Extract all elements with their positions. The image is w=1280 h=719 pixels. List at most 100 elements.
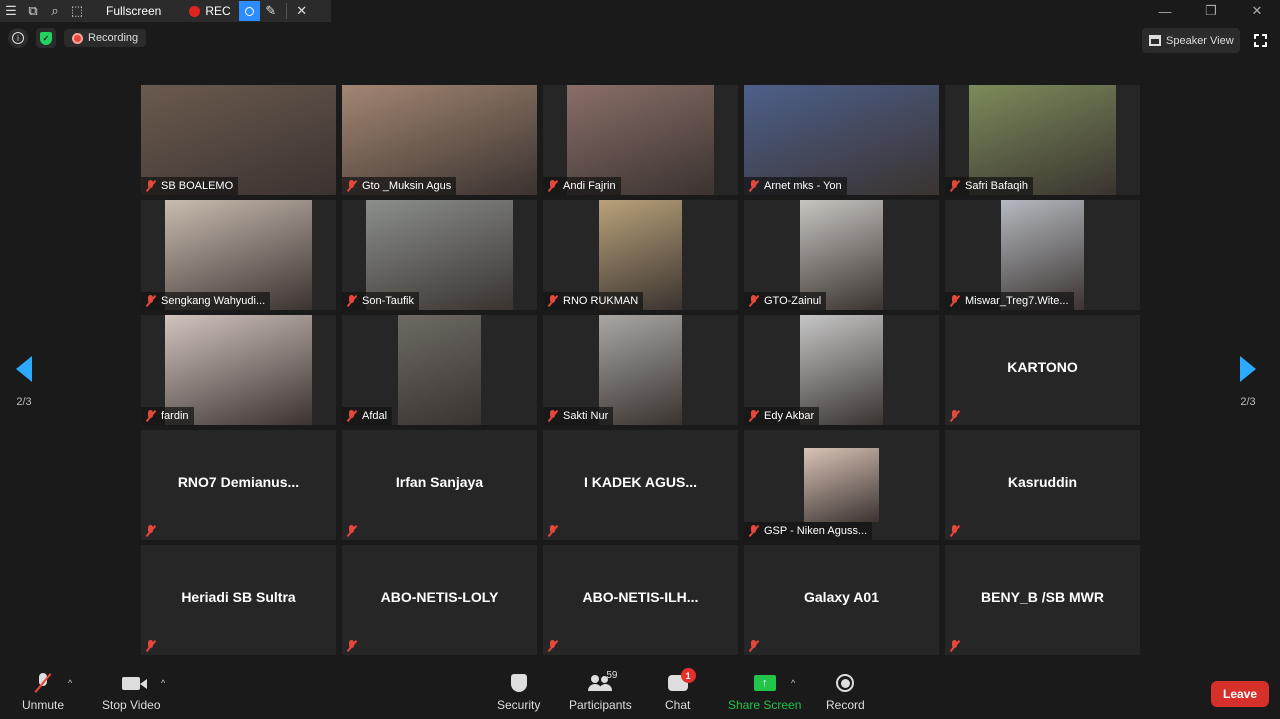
share-screen-label: Share Screen: [728, 698, 802, 712]
participant-name: fardin: [161, 410, 189, 422]
muted-mic-icon: [949, 180, 961, 192]
close-window-icon[interactable]: ✕: [1234, 0, 1280, 22]
participant-tile[interactable]: Heriadi SB Sultra: [141, 545, 336, 655]
muted-mic-icon: [748, 295, 760, 307]
unmute-button[interactable]: Unmute: [22, 672, 64, 712]
participant-tile[interactable]: Andi Fajrin: [543, 85, 738, 195]
muted-mic-icon: [346, 640, 358, 652]
participant-tile[interactable]: BENY_B /SB MWR: [945, 545, 1140, 655]
participant-tile[interactable]: RNO RUKMAN: [543, 200, 738, 310]
participant-tile[interactable]: Miswar_Treg7.Wite...: [945, 200, 1140, 310]
participant-tile[interactable]: Sengkang Wahyudi...: [141, 200, 336, 310]
participants-button[interactable]: 59 Participants: [569, 670, 632, 712]
participant-tile[interactable]: SB BOALEMO: [141, 85, 336, 195]
muted-mic-icon: [346, 525, 358, 537]
audio-options-chevron-icon[interactable]: ^: [68, 678, 72, 688]
leave-button[interactable]: Leave: [1211, 681, 1269, 707]
record-button[interactable]: Record: [826, 672, 865, 712]
speaker-view-button[interactable]: Speaker View: [1142, 28, 1240, 53]
rec-button[interactable]: REC: [205, 4, 230, 18]
participant-tile[interactable]: Afdal: [342, 315, 537, 425]
participant-tile[interactable]: ABO-NETIS-LOLY: [342, 545, 537, 655]
rec-dot-icon: [189, 5, 201, 17]
participant-tile[interactable]: Sakti Nur: [543, 315, 738, 425]
participant-tile[interactable]: GSP - Niken Aguss...: [744, 430, 939, 540]
chat-bubble-icon: 1: [667, 668, 696, 691]
muted-mic-icon: [949, 410, 961, 422]
share-screen-icon: ↑: [753, 675, 776, 691]
muted-mic-icon: [547, 295, 559, 307]
participant-name: Miswar_Treg7.Wite...: [965, 295, 1069, 307]
participant-name: Sengkang Wahyudi...: [161, 295, 266, 307]
participant-name: ABO-NETIS-LOLY: [380, 589, 499, 605]
meeting-status-row: i ✓ Recording: [8, 28, 147, 48]
participant-name: Galaxy A01: [804, 589, 879, 605]
participant-tile[interactable]: RNO7 Demianus...: [141, 430, 336, 540]
camera-icon: [122, 676, 148, 690]
participant-name: RNO RUKMAN: [563, 295, 639, 307]
participant-tile[interactable]: Gto _Muksin Agus: [342, 85, 537, 195]
participant-tile[interactable]: Son-Taufik: [342, 200, 537, 310]
participant-name-tag: Sengkang Wahyudi...: [141, 292, 271, 310]
previous-page-control[interactable]: 2/3: [16, 356, 32, 408]
participant-tile[interactable]: Irfan Sanjaya: [342, 430, 537, 540]
participant-tile[interactable]: KARTONO: [945, 315, 1140, 425]
restore-icon[interactable]: ❐: [1188, 0, 1234, 22]
participant-name: Afdal: [362, 410, 388, 422]
participant-name: I KADEK AGUS...: [583, 474, 698, 490]
participant-tile[interactable]: ABO-NETIS-ILH...: [543, 545, 738, 655]
participant-name-tag: RNO RUKMAN: [543, 292, 644, 310]
record-settings-icon[interactable]: [238, 1, 260, 21]
fullscreen-icon[interactable]: [1250, 30, 1270, 50]
info-icon[interactable]: i: [8, 28, 28, 48]
participant-name: BENY_B /SB MWR: [981, 589, 1104, 605]
participant-name: Irfan Sanjaya: [395, 474, 484, 490]
participant-name-tag: Edy Akbar: [744, 407, 820, 425]
arrow-right-icon[interactable]: [1240, 356, 1256, 382]
participant-tile[interactable]: GTO-Zainul: [744, 200, 939, 310]
participant-tile[interactable]: Edy Akbar: [744, 315, 939, 425]
video-options-chevron-icon[interactable]: ^: [161, 678, 165, 688]
chat-button[interactable]: 1 Chat: [665, 668, 696, 712]
stop-video-button[interactable]: Stop Video: [102, 672, 161, 712]
muted-mic-icon: [145, 180, 157, 192]
security-shield-icon: [510, 674, 527, 692]
record-label: Record: [826, 698, 865, 712]
next-page-control[interactable]: 2/3: [1240, 356, 1256, 408]
close-icon[interactable]: ✕: [291, 0, 313, 22]
muted-mic-icon: [748, 180, 760, 192]
chat-badge: 1: [680, 668, 696, 683]
arrow-left-icon[interactable]: [16, 356, 32, 382]
participant-tile[interactable]: Kasruddin: [945, 430, 1140, 540]
menu-icon[interactable]: ☰: [0, 0, 22, 22]
participant-name: SB BOALEMO: [161, 180, 234, 192]
participant-name: Son-Taufik: [362, 295, 414, 307]
select-region-icon[interactable]: ⬚: [66, 0, 88, 22]
recording-indicator[interactable]: Recording: [64, 29, 147, 47]
muted-mic-icon: [748, 640, 760, 652]
participant-name-tag: Sakti Nur: [543, 407, 614, 425]
pen-icon[interactable]: ✎: [260, 0, 282, 22]
muted-mic-icon: [145, 410, 157, 422]
participant-name: Sakti Nur: [563, 410, 609, 422]
participant-tile[interactable]: Galaxy A01: [744, 545, 939, 655]
participant-name: Safri Bafaqih: [965, 180, 1028, 192]
muted-mic-icon: [949, 295, 961, 307]
participant-tile[interactable]: Arnet mks - Yon: [744, 85, 939, 195]
share-options-chevron-icon[interactable]: ^: [791, 678, 795, 688]
security-button[interactable]: Security: [497, 672, 540, 712]
participant-tile[interactable]: fardin: [141, 315, 336, 425]
participant-name: Heriadi SB Sultra: [181, 589, 296, 605]
encryption-shield-icon[interactable]: ✓: [36, 28, 56, 48]
participant-tile[interactable]: Safri Bafaqih: [945, 85, 1140, 195]
participant-name-tag: SB BOALEMO: [141, 177, 239, 195]
window-icon[interactable]: ⧉: [22, 0, 44, 22]
participant-tile[interactable]: I KADEK AGUS...: [543, 430, 738, 540]
muted-mic-icon: [949, 525, 961, 537]
muted-mic-icon: [145, 525, 157, 537]
profile-picture: [804, 448, 879, 522]
page-indicator-right: 2/3: [1240, 396, 1256, 408]
zoom-region-icon[interactable]: ⌕: [44, 0, 66, 22]
minimize-icon[interactable]: —: [1142, 0, 1188, 22]
fullscreen-button[interactable]: Fullscreen: [106, 4, 161, 18]
